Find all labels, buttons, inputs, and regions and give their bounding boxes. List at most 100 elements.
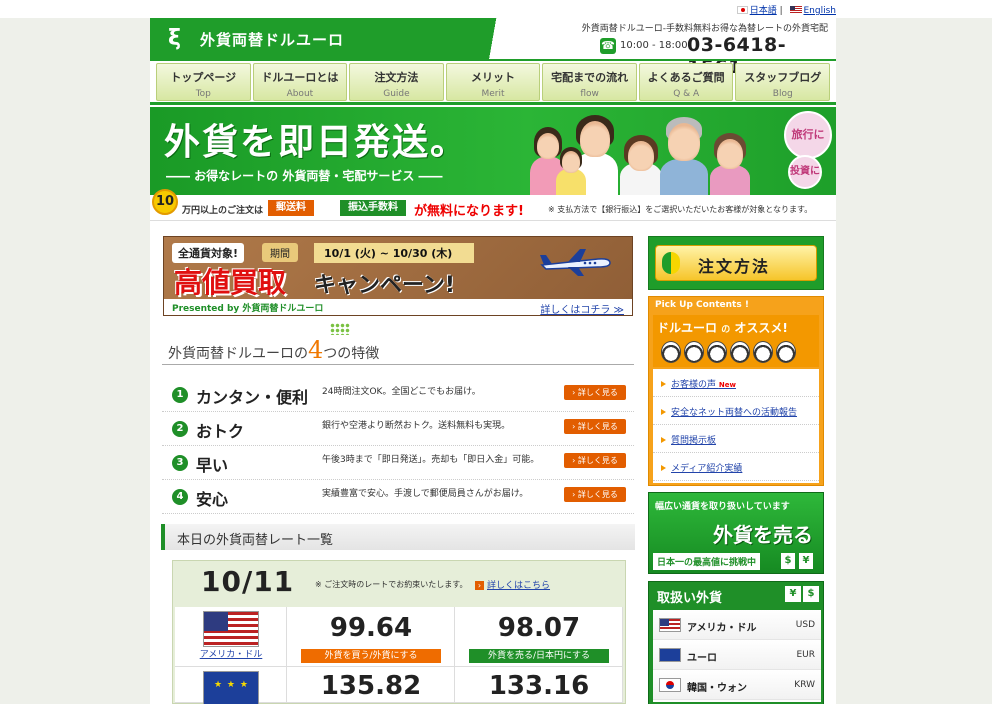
nav-item-flow[interactable]: 宅配までの流れ flow [542, 63, 637, 101]
eu-flag-icon [203, 671, 259, 704]
nav-label-jp: トップページ [170, 71, 237, 84]
rates-heading-text: 本日の外貨両替レート一覧 [177, 533, 334, 548]
staff-portraits [661, 341, 796, 365]
nav-item-blog[interactable]: スタッフブログ Blog [735, 63, 831, 101]
currency-row[interactable]: アメリカ・ドル USD [653, 610, 821, 640]
pickup-title-particle: の [721, 325, 731, 335]
pickup-title-end: オススメ! [734, 321, 788, 335]
nav-item-merit[interactable]: メリット Merit [445, 63, 541, 101]
nav-label-jp: スタッフブログ [744, 71, 822, 84]
currency-code: USD [795, 620, 815, 630]
features-divider [162, 364, 634, 365]
feature-more-button[interactable]: › 詳しく見る [564, 453, 626, 468]
campaign-banner[interactable]: 全通貨対象! 期間 10/1 (火) ~ 10/30 (木) 高値買取 キャンペ… [163, 236, 633, 316]
pickup-title: ドルユーロ の オススメ! [657, 319, 788, 336]
business-hours: 10:00 - 18:00 [620, 40, 688, 51]
staff-face-icon [730, 341, 750, 363]
rates-more-link[interactable]: 詳しくはこちら [475, 578, 550, 591]
new-badge: New [718, 381, 736, 389]
pickup-item: お客様の声 New [653, 369, 819, 397]
campaign-presented-by: Presented by 外貨両替ドルユーロ [172, 304, 324, 314]
feature-dots-decoration [330, 323, 350, 335]
pickup-heading: Pick Up Contents ! [655, 300, 749, 310]
feature-name: おトク [196, 422, 245, 441]
nav-label-en: Blog [772, 89, 793, 99]
hero-banner: 外貨を即日発送。 ―― お得なレートの 外貨両替・宅配サービス ―― 旅行に 投… [150, 107, 836, 195]
features-heading: 外貨両替ドルユーロの4つの特徴 [168, 336, 379, 364]
nav-label-en: Top [195, 89, 211, 99]
pickup-item: 質問掲示板 [653, 425, 819, 453]
pickup-link-activity[interactable]: 安全なネット両替への活動報告 [671, 405, 797, 418]
nav-item-top[interactable]: トップページ Top [156, 63, 251, 101]
dollar-icon: $ [781, 553, 795, 569]
nav-label-jp: 注文方法 [374, 71, 419, 84]
feature-number: 3 [172, 455, 188, 471]
feature-row: 4 安心 実績豊富で安心。手渡しで郵便局員さんがお届け。 › 詳しく見る [162, 480, 634, 514]
pickup-contents: Pick Up Contents ! ドルユーロ の オススメ! お客様の声 N… [648, 296, 824, 486]
eu-flag-icon [659, 648, 681, 662]
order-guide-inner: 注文方法 [655, 245, 817, 281]
free-headline: が無料になります! [414, 204, 524, 219]
sell-banner-top: 幅広い通貨を取り扱いしています [655, 502, 790, 512]
page-container: ξ 外貨両替ドルユーロ 外貨両替ドルユーロ-手数料無料お得な為替レートの外貨宅配… [150, 18, 836, 704]
logo-link[interactable]: ξ 外貨両替ドルユーロ [150, 18, 550, 60]
ten-badge: 10 [152, 189, 178, 215]
feature-more-button[interactable]: › 詳しく見る [564, 487, 626, 502]
pickup-link-bbs[interactable]: 質問掲示板 [671, 433, 716, 446]
sell-banner-bottom: 日本一の最高値に挑戦中 [653, 553, 761, 570]
feature-more-button[interactable]: › 詳しく見る [564, 385, 626, 400]
currency-list: アメリカ・ドル USD ユーロ EUR 韓国・ウォン KRW [653, 610, 821, 702]
features-heading-number: 4 [308, 336, 324, 364]
header-divider [150, 59, 836, 61]
rates-panel: 10/11 ※ ご注文時のレートでお約束いたします。 詳しくはこちら アメリカ・… [172, 560, 626, 704]
transfer-fee-tag: 振込手数料 [340, 200, 406, 216]
campaign-badge: 全通貨対象! [172, 243, 245, 263]
feature-row: 2 おトク 銀行や空港より断然おトク。送料無料も実現。 › 詳しく見る [162, 412, 634, 446]
pickup-item: 安全なネット両替への活動報告 [653, 397, 819, 425]
pickup-link-voices[interactable]: お客様の声 New [671, 377, 736, 390]
header-tagline: 外貨両替ドルユーロ-手数料無料お得な為替レートの外貨宅配 [581, 24, 828, 34]
eur-sell-rate: 133.16 [488, 671, 590, 701]
currency-link-usd[interactable]: アメリカ・ドル [191, 647, 271, 660]
sell-banner-title: 外貨を売る [713, 523, 813, 547]
feature-number: 2 [172, 421, 188, 437]
nav-item-about[interactable]: ドルユーロとは About [252, 63, 348, 101]
language-switcher: 日本語 | English [736, 3, 837, 16]
order-guide-button[interactable]: 注文方法 [648, 236, 824, 290]
features-heading-pre: 外貨両替ドルユーロの [168, 346, 308, 362]
sell-rate-cell: 98.07 外貨を売る/日本円にする [455, 607, 623, 667]
rates-heading: 本日の外貨両替レート一覧 [161, 524, 635, 550]
nav-divider [150, 102, 836, 105]
pickup-link-text: お客様の声 [671, 380, 717, 390]
buy-rate-label: 外貨を買う/外貨にする [301, 649, 441, 663]
lang-japanese-link[interactable]: 日本語 [750, 6, 777, 16]
airplane-icon [540, 249, 611, 276]
currency-row[interactable]: ユーロ EUR [653, 640, 821, 670]
pickup-link-media[interactable]: メディア紹介実績 [671, 461, 742, 474]
nav-item-qa[interactable]: よくあるご質問 Q & A [638, 63, 734, 101]
invest-bubble: 投資に [788, 155, 822, 189]
buy-rate-cell: 99.64 外貨を買う/外貨にする [287, 607, 455, 667]
korea-flag-icon [659, 678, 681, 692]
usd-sell-rate: 98.07 [497, 613, 581, 643]
feature-row: 3 早い 午後3時まで「即日発送」。売却も「即日入金」可能。 › 詳しく見る [162, 446, 634, 480]
currency-row[interactable]: 韓国・ウォン KRW [653, 670, 821, 700]
feature-more-label: 詳しく見る [577, 422, 618, 431]
currency-name: アメリカ・ドル [687, 623, 757, 634]
campaign-period: 10/1 (火) ~ 10/30 (木) [314, 243, 474, 263]
staff-face-icon [753, 341, 773, 363]
yen-icon: ¥ [785, 586, 801, 602]
campaign-period-label: 期間 [262, 243, 298, 262]
pickup-item: メディア紹介実績 [653, 453, 819, 481]
nav-label-en: About [286, 89, 314, 99]
feature-description: 実績豊富で安心。手渡しで郵便局員さんがお届け。 [322, 489, 529, 499]
free-shipping-banner: 10 万円以上のご注文は 郵送料 振込手数料 が無料になります! ※ 支払方法で… [150, 189, 836, 221]
nav-item-guide[interactable]: 注文方法 Guide [349, 63, 444, 101]
nav-label-en: Guide [383, 89, 410, 99]
lang-english-link[interactable]: English [804, 6, 837, 16]
usd-buy-rate: 99.64 [329, 613, 413, 643]
lang-separator: | [779, 6, 783, 16]
campaign-more-link[interactable]: 詳しくはコチラ ≫ [540, 301, 624, 315]
sell-currency-banner[interactable]: 幅広い通貨を取り扱いしています 外貨を売る 日本一の最高値に挑戦中 $ ¥ [648, 492, 824, 574]
feature-more-button[interactable]: › 詳しく見る [564, 419, 626, 434]
